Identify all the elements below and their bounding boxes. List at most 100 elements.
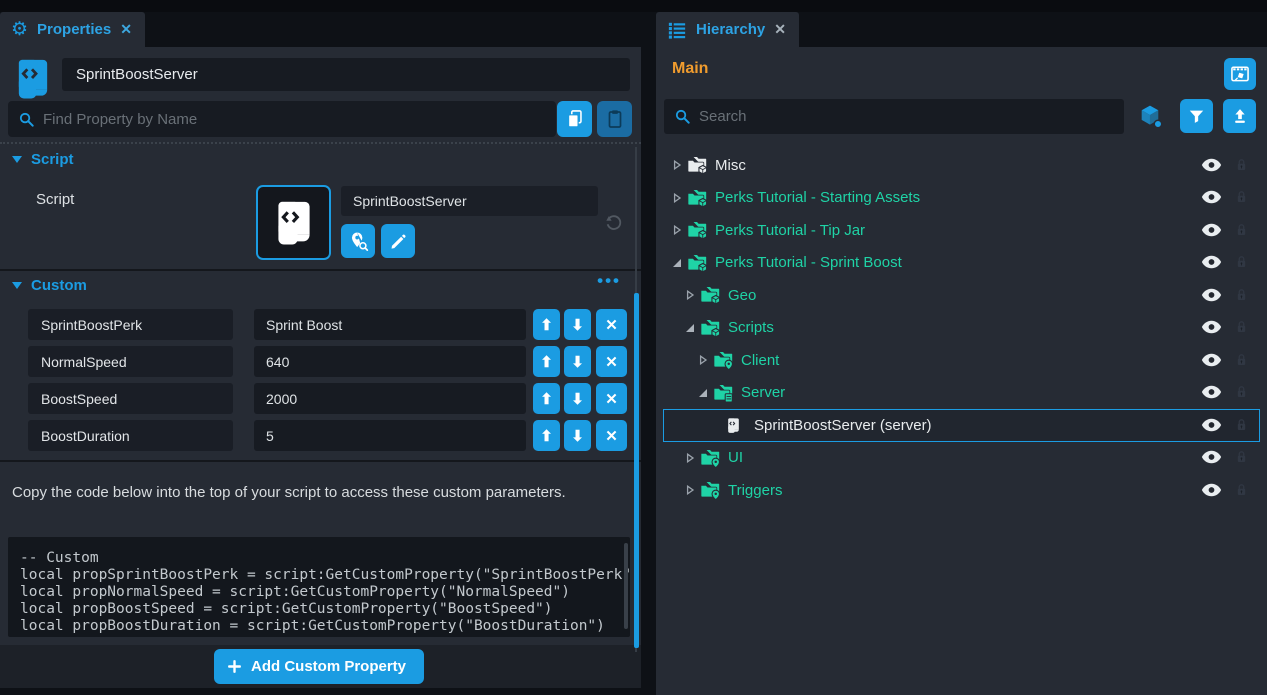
scrollbar-thumb[interactable] — [634, 293, 639, 648]
move-up-button[interactable]: ⬆ — [533, 383, 560, 414]
upload-button[interactable] — [1223, 99, 1256, 133]
lock-icon[interactable] — [1233, 351, 1250, 370]
lock-icon[interactable] — [1233, 318, 1250, 337]
visibility-eye-icon[interactable] — [1201, 158, 1223, 173]
close-icon[interactable]: ✕ — [774, 21, 786, 38]
tree-item-label: Server — [741, 384, 785, 401]
lock-icon[interactable] — [1233, 156, 1250, 175]
script-name-field[interactable]: SprintBoostServer — [341, 186, 598, 216]
group-pin-icon — [700, 480, 722, 500]
expand-arrow[interactable] — [683, 323, 696, 333]
tree-item[interactable]: SprintBoostServer (server) — [663, 409, 1260, 442]
lock-icon[interactable] — [1233, 221, 1250, 240]
move-down-button[interactable]: ⬇ — [564, 346, 591, 377]
expand-arrow[interactable] — [696, 388, 709, 398]
edit-script-button[interactable] — [381, 224, 415, 258]
find-script-button[interactable] — [341, 224, 375, 258]
lock-icon[interactable] — [1233, 416, 1250, 435]
lock-icon[interactable] — [1233, 286, 1250, 305]
paste-properties-button[interactable] — [597, 101, 632, 137]
cube-filter-icon[interactable] — [1137, 103, 1164, 130]
visibility-eye-icon[interactable] — [1201, 255, 1223, 270]
lock-icon[interactable] — [1233, 188, 1250, 207]
move-up-button[interactable]: ⬆ — [533, 309, 560, 340]
code-block[interactable]: -- Custom local propSprintBoostPerk = sc… — [8, 537, 630, 637]
lock-icon[interactable] — [1233, 448, 1250, 467]
tree-item[interactable]: Geo — [663, 279, 1260, 312]
object-name-input[interactable] — [62, 58, 630, 91]
visibility-eye-icon[interactable] — [1201, 320, 1223, 335]
expand-arrow[interactable] — [670, 160, 683, 170]
custom-property-value[interactable]: 2000 — [254, 383, 526, 414]
visibility-eye-icon[interactable] — [1201, 450, 1223, 465]
property-search — [8, 101, 556, 137]
visibility-eye-icon[interactable] — [1201, 190, 1223, 205]
remove-x-icon: ✕ — [605, 353, 618, 371]
property-search-input[interactable] — [43, 111, 546, 128]
tree-item[interactable]: Perks Tutorial - Tip Jar — [663, 214, 1260, 247]
lock-icon[interactable] — [1233, 481, 1250, 500]
tree-item[interactable]: Triggers — [663, 474, 1260, 507]
upload-icon — [1230, 106, 1250, 126]
divider — [0, 269, 641, 271]
tree-item[interactable]: Misc — [663, 149, 1260, 182]
custom-property-value[interactable]: 640 — [254, 346, 526, 377]
tree-item[interactable]: Perks Tutorial - Sprint Boost — [663, 247, 1260, 280]
up-arrow-icon: ⬆ — [540, 353, 553, 371]
visibility-eye-icon[interactable] — [1201, 223, 1223, 238]
visibility-eye-icon[interactable] — [1201, 353, 1223, 368]
window-top-strip — [0, 0, 1267, 12]
remove-button[interactable]: ✕ — [596, 383, 627, 414]
visibility-eye-icon[interactable] — [1201, 385, 1223, 400]
expand-arrow[interactable] — [670, 225, 683, 235]
move-down-button[interactable]: ⬇ — [564, 420, 591, 451]
custom-property-value[interactable]: 5 — [254, 420, 526, 451]
visibility-eye-icon[interactable] — [1201, 288, 1223, 303]
down-arrow-icon: ⬇ — [571, 427, 584, 445]
tree-item[interactable]: Perks Tutorial - Starting Assets — [663, 182, 1260, 215]
tree-item[interactable]: Client — [663, 344, 1260, 377]
filter-button[interactable] — [1180, 99, 1213, 133]
expand-arrow[interactable] — [670, 193, 683, 203]
move-up-button[interactable]: ⬆ — [533, 420, 560, 451]
visibility-eye-icon[interactable] — [1201, 483, 1223, 498]
code-scrollbar[interactable] — [624, 543, 628, 629]
copy-properties-button[interactable] — [557, 101, 592, 137]
remove-button[interactable]: ✕ — [596, 420, 627, 451]
hierarchy-search — [664, 99, 1124, 134]
hierarchy-list-icon — [667, 21, 687, 39]
custom-menu-dots-icon[interactable]: ••• — [597, 271, 621, 291]
reset-icon[interactable] — [603, 211, 625, 233]
tree-item-label: UI — [728, 449, 743, 466]
add-custom-property-button[interactable]: Add Custom Property — [214, 649, 424, 684]
expand-arrow[interactable] — [683, 290, 696, 300]
script-section-header[interactable]: Script — [12, 151, 74, 168]
hierarchy-panel: Hierarchy ✕ Main Misc — [656, 12, 1267, 695]
plus-icon — [226, 658, 243, 675]
visibility-eye-icon[interactable] — [1201, 418, 1223, 433]
group-server-icon — [713, 383, 735, 403]
tree-item[interactable]: Scripts — [663, 312, 1260, 345]
lock-icon[interactable] — [1233, 383, 1250, 402]
expand-arrow[interactable] — [683, 485, 696, 495]
scene-film-button[interactable] — [1224, 58, 1256, 90]
move-down-button[interactable]: ⬇ — [564, 309, 591, 340]
move-up-button[interactable]: ⬆ — [533, 346, 560, 377]
close-icon[interactable]: ✕ — [120, 21, 132, 38]
tree-item[interactable]: UI — [663, 442, 1260, 475]
expand-arrow[interactable] — [696, 355, 709, 365]
tab-hierarchy[interactable]: Hierarchy ✕ — [656, 12, 799, 47]
expand-arrow[interactable] — [683, 453, 696, 463]
lock-icon[interactable] — [1233, 253, 1250, 272]
remove-button[interactable]: ✕ — [596, 346, 627, 377]
custom-section-header[interactable]: Custom — [12, 277, 87, 294]
tree-item[interactable]: Server — [663, 377, 1260, 410]
tab-properties[interactable]: ⚙ Properties ✕ — [0, 12, 145, 47]
custom-property-value[interactable]: Sprint Boost — [254, 309, 526, 340]
script-thumbnail[interactable] — [256, 185, 331, 260]
move-down-button[interactable]: ⬇ — [564, 383, 591, 414]
group-cube-icon — [687, 188, 709, 208]
remove-button[interactable]: ✕ — [596, 309, 627, 340]
hierarchy-search-input[interactable] — [699, 108, 1114, 125]
expand-arrow[interactable] — [670, 258, 683, 268]
